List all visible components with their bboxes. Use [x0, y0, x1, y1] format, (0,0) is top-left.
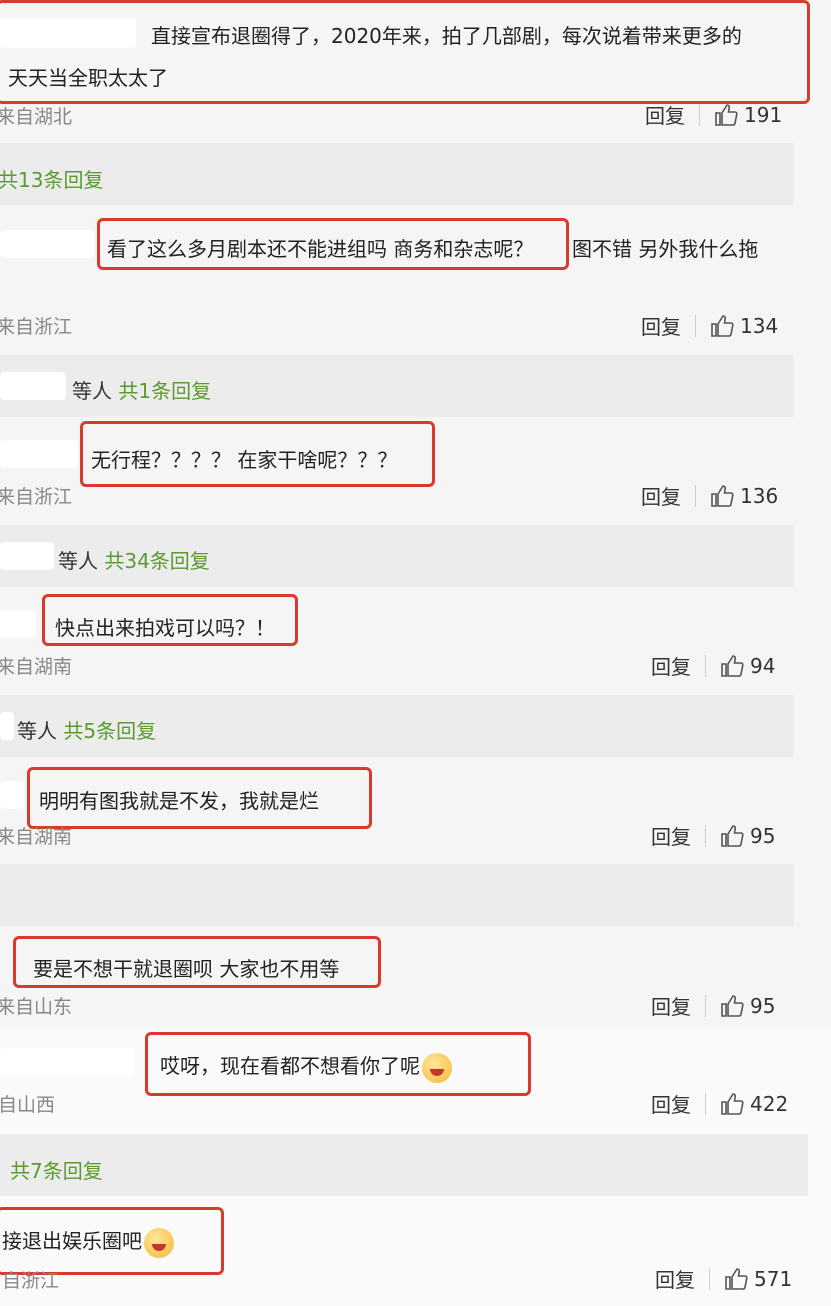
reply-button[interactable]: 回复 — [651, 991, 691, 1020]
thumbs-up-icon — [725, 1267, 748, 1290]
like-button[interactable]: 136 — [710, 484, 778, 508]
comment-text-body: 哎呀，现在看都不想看你了呢 — [160, 1054, 420, 1078]
divider — [705, 824, 706, 847]
comment-location: 来自湖北 — [0, 106, 73, 128]
comment-text-body: 接退出娱乐圈吧 — [2, 1229, 142, 1253]
reply-thread-link[interactable]: 共13条回复 — [0, 164, 103, 193]
reply-thread-link[interactable]: 等人 共1条回复 — [72, 375, 211, 404]
comment-actions: 回复 95 — [651, 821, 775, 850]
divider — [699, 103, 700, 126]
comment-text: 直接宣布退圈得了，2020年来，拍了几部剧，每次说着带来更多的 — [151, 24, 742, 48]
laughing-crying-emoji-icon — [422, 1052, 452, 1083]
comment-location: 自浙江 — [2, 1270, 60, 1292]
comment-actions: 回复 94 — [651, 651, 775, 680]
reply-thread-band — [0, 143, 794, 205]
comment-location: 来自山东 — [0, 996, 73, 1018]
like-count: 94 — [750, 653, 776, 678]
divider — [695, 314, 696, 337]
reply-button[interactable]: 回复 — [651, 821, 691, 850]
reply-thread-link[interactable]: 等人 共5条回复 — [17, 715, 156, 744]
reply-thread-band — [0, 864, 794, 926]
divider — [709, 1267, 710, 1290]
thumbs-up-icon — [715, 103, 738, 126]
like-button[interactable]: 95 — [720, 994, 775, 1018]
masked-username — [0, 230, 94, 258]
like-count: 191 — [744, 102, 783, 127]
like-button[interactable]: 94 — [720, 654, 775, 678]
divider — [705, 994, 706, 1017]
like-count: 95 — [750, 993, 776, 1018]
like-count: 95 — [750, 823, 776, 848]
like-count: 422 — [750, 1091, 789, 1116]
reply-button[interactable]: 回复 — [641, 311, 681, 340]
reply-thread-count: 共5条回复 — [63, 719, 157, 743]
like-count: 571 — [754, 1266, 793, 1291]
reply-button[interactable]: 回复 — [655, 1264, 695, 1293]
comment-location: 来自湖南 — [0, 656, 73, 678]
comment-actions: 回复 95 — [651, 991, 775, 1020]
reply-thread-link[interactable]: 共7条回复 — [10, 1155, 103, 1184]
comment-location: 来自湖南 — [0, 826, 73, 848]
reply-thread-band — [0, 1134, 808, 1196]
comment-location: 来自浙江 — [0, 486, 73, 508]
comment-text: 看了这么多月剧本还不能进组吗 商务和杂志呢？ — [107, 237, 534, 261]
comment-text: 要是不想干就退圈呗 大家也不用等 — [33, 957, 340, 981]
masked-username — [0, 610, 36, 638]
like-button[interactable]: 134 — [710, 314, 778, 338]
masked-username — [0, 781, 24, 809]
thumbs-up-icon — [711, 314, 734, 337]
like-button[interactable]: 95 — [720, 824, 775, 848]
thumbs-up-icon — [721, 994, 744, 1017]
comment-text-continued: 天天当全职太太了 — [8, 66, 168, 90]
masked-username — [0, 372, 66, 400]
comment-actions: 回复 136 — [641, 481, 778, 510]
comment-actions: 回复 191 — [645, 100, 782, 129]
divider — [705, 1092, 706, 1115]
comment-text: 无行程？？？？ 在家干啥呢？？？ — [91, 448, 398, 472]
reply-button[interactable]: 回复 — [651, 1089, 691, 1118]
reply-thread-count: 共34条回复 — [104, 549, 210, 573]
reply-button[interactable]: 回复 — [645, 100, 685, 129]
comment-location: 来自浙江 — [0, 316, 73, 338]
reply-thread-prefix: 等人 — [72, 379, 112, 403]
comment-text: 快点出来拍戏可以吗？！ — [55, 616, 275, 640]
masked-username — [0, 712, 14, 740]
reply-thread-link[interactable]: 等人 共34条回复 — [58, 545, 210, 574]
comment-text: 接退出娱乐圈吧 — [2, 1225, 174, 1258]
comment-text-continued: 图不错 另外我什么拖 — [572, 237, 759, 261]
comment-actions: 回复 134 — [641, 311, 778, 340]
comment-text: 哎呀，现在看都不想看你了呢 — [160, 1050, 452, 1083]
like-count: 134 — [740, 313, 779, 338]
reply-thread-count: 共1条回复 — [118, 379, 212, 403]
thumbs-up-icon — [711, 484, 734, 507]
thumbs-up-icon — [721, 654, 744, 677]
like-button[interactable]: 422 — [720, 1092, 788, 1116]
comment-location: 自山西 — [0, 1094, 56, 1116]
divider — [705, 654, 706, 677]
comment-actions: 回复 571 — [655, 1264, 792, 1293]
like-button[interactable]: 191 — [714, 103, 782, 127]
masked-username — [0, 542, 54, 570]
thumbs-up-icon — [721, 824, 744, 847]
masked-username — [0, 440, 78, 468]
comment-actions: 回复 422 — [651, 1089, 788, 1118]
laughing-crying-emoji-icon — [144, 1227, 174, 1258]
reply-thread-prefix: 等人 — [58, 549, 98, 573]
reply-button[interactable]: 回复 — [641, 481, 681, 510]
divider — [695, 484, 696, 507]
like-count: 136 — [740, 483, 779, 508]
like-button[interactable]: 571 — [724, 1267, 792, 1291]
thumbs-up-icon — [721, 1092, 744, 1115]
masked-username — [0, 1048, 134, 1076]
reply-button[interactable]: 回复 — [651, 651, 691, 680]
comment-text: 明明有图我就是不发，我就是烂 — [39, 789, 319, 813]
reply-thread-prefix: 等人 — [17, 719, 57, 743]
